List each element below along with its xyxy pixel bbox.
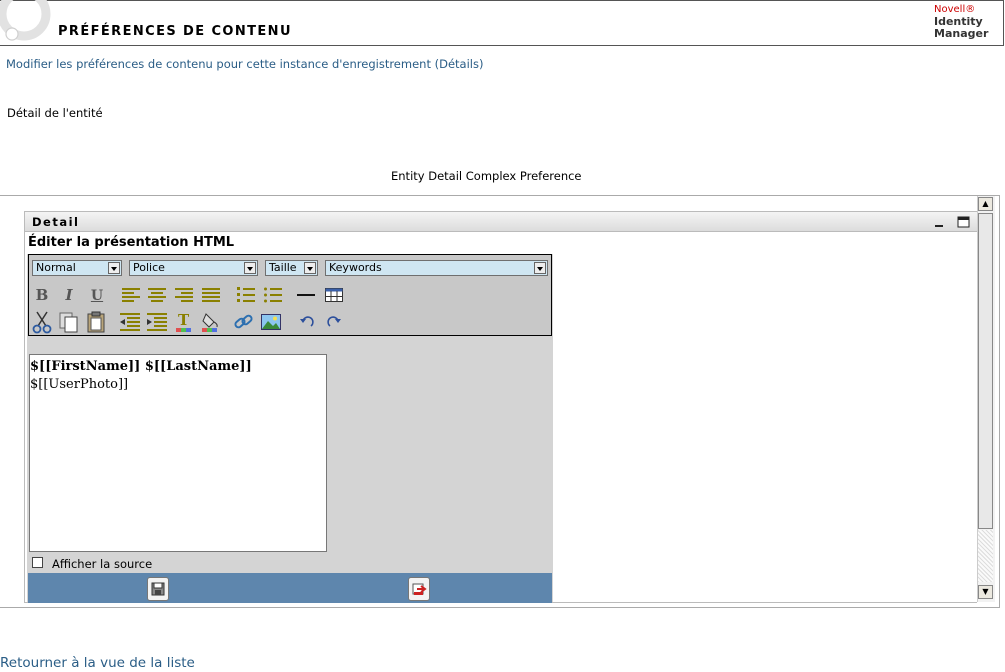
save-button[interactable] [147,577,169,601]
paste-icon[interactable] [85,310,107,334]
scroll-down-button[interactable]: ▼ [978,585,993,599]
format-select[interactable]: Normal [32,260,122,276]
link-icon[interactable] [233,311,255,333]
align-right-icon[interactable] [174,287,194,303]
scroll-track[interactable] [978,530,993,582]
content-frame-bottom [0,607,1000,608]
page-header [0,0,1004,46]
show-source-label: Afficher la source [52,557,153,571]
redo-icon[interactable] [325,314,343,330]
underline-icon[interactable]: U [86,286,108,306]
horizontal-rule-icon[interactable] [296,287,316,303]
entity-detail-label: Détail de l'entité [7,106,103,120]
keywords-select[interactable]: Keywords [325,260,548,276]
indent-icon[interactable] [146,312,168,332]
undo-icon[interactable] [298,314,316,330]
outdent-icon[interactable] [119,312,141,332]
page-title: PRÉFÉRENCES DE CONTENU [58,24,292,39]
save-icon [151,582,165,596]
page-subtitle: Modifier les préférences de contenu pour… [6,57,484,71]
align-center-icon[interactable] [147,287,167,303]
font-select[interactable]: Police [129,260,258,276]
brand-logo: Novell® Identity Manager [934,4,989,40]
bold-icon[interactable]: B [31,285,53,305]
detail-panel-header [25,212,977,232]
scroll-up-button[interactable]: ▲ [978,197,993,211]
ordered-list-icon[interactable] [236,286,256,304]
show-source-checkbox[interactable] [32,557,43,568]
back-to-list-link[interactable]: Retourner à la vue de la liste [0,655,195,671]
cancel-button[interactable] [408,577,430,601]
unordered-list-icon[interactable] [263,286,283,304]
image-icon[interactable] [260,311,282,333]
content-frame-top [0,195,1000,196]
complex-preference-label: Entity Detail Complex Preference [391,169,582,183]
content-line-2: $[[UserPhoto]] [30,377,129,392]
gear-icon [0,0,51,41]
copy-icon[interactable] [58,310,80,334]
align-left-icon[interactable] [121,287,141,303]
html-content-textarea[interactable]: $[[FirstName]] $[[LastName]] $[[UserPhot… [29,354,327,552]
cancel-icon [412,583,427,595]
cut-icon[interactable] [31,310,53,334]
minimize-icon[interactable] [933,216,945,228]
content-line-1: $[[FirstName]] $[[LastName]] [30,359,252,374]
maximize-icon[interactable] [957,216,970,228]
editor-action-bar [28,573,552,603]
scroll-thumb[interactable] [978,213,993,529]
detail-panel-title: Detail [32,215,80,229]
content-frame-right [999,195,1000,608]
highlight-color-icon[interactable] [200,311,222,333]
text-color-icon[interactable]: T [174,311,196,333]
italic-icon[interactable]: I [58,285,80,305]
justify-icon[interactable] [201,287,221,303]
svg-text:T: T [178,311,190,329]
table-icon[interactable] [324,287,344,303]
size-select[interactable]: Taille [265,260,318,276]
editor-heading: Éditer la présentation HTML [28,235,235,250]
